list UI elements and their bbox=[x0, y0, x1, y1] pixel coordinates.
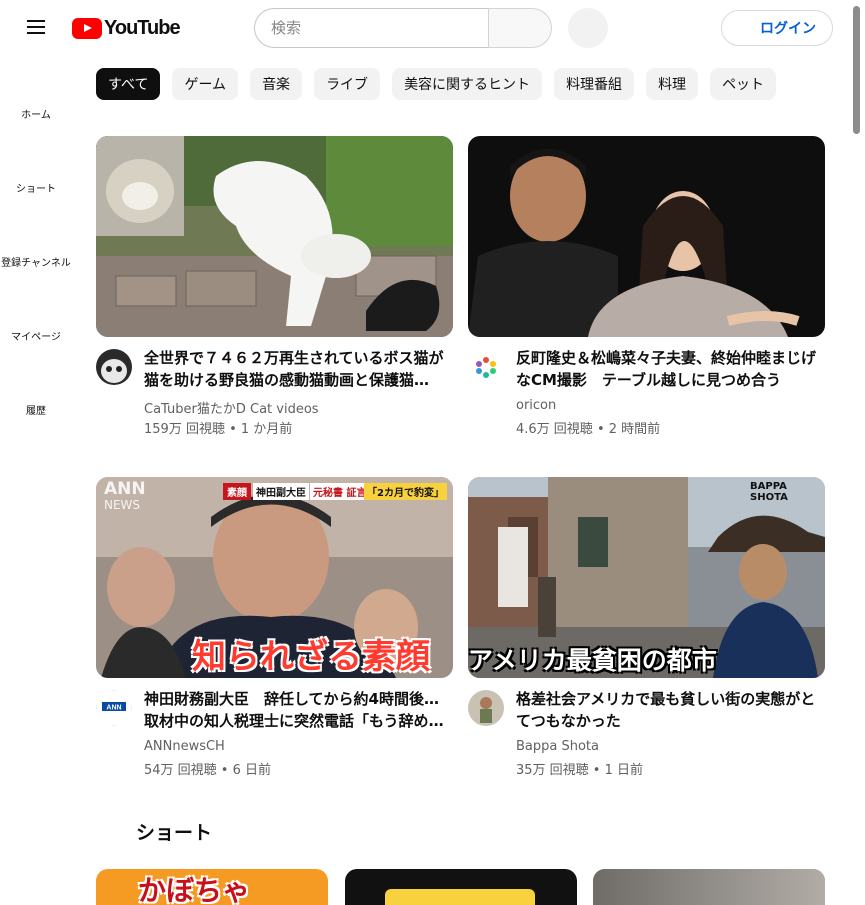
logo-text: YouTube bbox=[104, 16, 181, 39]
channel-avatar[interactable]: ANN bbox=[96, 690, 132, 726]
video-thumbnail[interactable]: ANN NEWS 素顔 神田副大臣 元秘書 証言 「2カ月で豹変」 知られざる素… bbox=[96, 477, 453, 678]
short-card[interactable] bbox=[593, 869, 825, 905]
video-metadata: 54万 回視聴 • 6 日前 bbox=[144, 763, 272, 778]
category-chip-bar: すべて ゲーム 音楽 ライブ 美容に関するヒント 料理番組 料理 ペット bbox=[96, 68, 777, 100]
video-thumbnail[interactable] bbox=[468, 136, 825, 337]
news-logo-text: ANN bbox=[104, 479, 146, 499]
video-metadata: 35万 回視聴 • 1 日前 bbox=[516, 763, 644, 778]
video-card[interactable]: BAPPA SHOTA アメリカ最貧困の都市 格差社会アメリカで最も貧しい街の実… bbox=[468, 477, 825, 778]
interview-thumbnail-image bbox=[468, 136, 825, 337]
sidebar-item-you[interactable]: マイページ bbox=[0, 278, 72, 352]
search-input[interactable] bbox=[254, 8, 489, 48]
chip-live[interactable]: ライブ bbox=[314, 68, 381, 100]
overlay-quote-tag: 「2カ月で豹変」 bbox=[364, 483, 447, 500]
video-title[interactable]: 反町隆史＆松嶋菜々子夫妻、終始仲睦まじげなCM撮影 テーブル越しに見つめ合う bbox=[516, 347, 816, 391]
channel-name[interactable]: oricon bbox=[516, 398, 556, 413]
sidebar-item-label: 履歴 bbox=[26, 406, 46, 417]
video-thumbnail[interactable]: BAPPA SHOTA アメリカ最貧困の都市 bbox=[468, 477, 825, 678]
video-metadata: 159万 回視聴 • 1 か月前 bbox=[144, 422, 293, 437]
overlay-name-tag: 神田副大臣 bbox=[253, 483, 309, 500]
video-title[interactable]: 神田財務副大臣 辞任してから約4時間後…取材中の知人税理士に突然電話「もう辞めた… bbox=[144, 688, 444, 732]
chip-beauty-tips[interactable]: 美容に関するヒント bbox=[392, 68, 543, 100]
channel-avatar[interactable] bbox=[96, 349, 132, 385]
sidebar-item-history[interactable]: 履歴 bbox=[0, 352, 72, 426]
video-card[interactable]: ANN NEWS 素顔 神田副大臣 元秘書 証言 「2カ月で豹変」 知られざる素… bbox=[96, 477, 453, 778]
video-card[interactable]: 反町隆史＆松嶋菜々子夫妻、終始仲睦まじげなCM撮影 テーブル越しに見つめ合う o… bbox=[468, 136, 825, 437]
scrollbar-track bbox=[850, 0, 865, 905]
short-card[interactable]: かぼちゃ bbox=[96, 869, 328, 905]
menu-icon[interactable] bbox=[18, 14, 54, 42]
chip-cooking-shows[interactable]: 料理番組 bbox=[554, 68, 635, 100]
shorts-shelf-title: ショート bbox=[136, 822, 213, 844]
login-button[interactable]: ログイン bbox=[721, 10, 833, 46]
channel-name[interactable]: CaTuber猫たかD Cat videos bbox=[144, 398, 319, 417]
overlay-sub-tag: 元秘書 証言 bbox=[310, 483, 370, 500]
video-title[interactable]: 全世界で７４６２万再生されているボス猫が猫を助ける野良猫の感動猫動画と保護猫のお… bbox=[144, 347, 444, 391]
youtube-logo[interactable]: YouTube bbox=[72, 16, 181, 40]
short-thumbnail-image bbox=[385, 889, 535, 905]
sidebar-item-shorts[interactable]: ショート bbox=[0, 130, 72, 204]
login-label: ログイン bbox=[760, 20, 816, 36]
search-button[interactable] bbox=[488, 8, 552, 48]
sidebar-item-label: ショート bbox=[16, 184, 56, 195]
channel-name[interactable]: ANNnewsCH bbox=[144, 739, 225, 754]
chip-cooking[interactable]: 料理 bbox=[646, 68, 699, 100]
sidebar-item-label: ホーム bbox=[21, 110, 51, 121]
sidebar-item-label: 登録チャンネル bbox=[1, 258, 71, 269]
ann-avatar-image: ANN bbox=[96, 690, 132, 726]
masthead: YouTube ログイン bbox=[0, 0, 850, 56]
chip-music[interactable]: 音楽 bbox=[250, 68, 303, 100]
video-thumbnail[interactable] bbox=[96, 136, 453, 337]
chip-gaming[interactable]: ゲーム bbox=[172, 68, 239, 100]
short-card[interactable] bbox=[345, 869, 577, 905]
channel-avatar[interactable] bbox=[468, 690, 504, 726]
channel-name[interactable]: Bappa Shota bbox=[516, 739, 599, 754]
overlay-badge: 素顔 bbox=[223, 483, 251, 500]
short-thumbnail-text: かぼちゃ bbox=[138, 874, 251, 905]
video-title[interactable]: 格差社会アメリカで最も貧しい街の実態がとてつもなかった bbox=[516, 688, 816, 732]
thumbnail-caption: アメリカ最貧困の都市 bbox=[468, 646, 717, 675]
scrollbar-thumb[interactable] bbox=[853, 6, 860, 134]
thumbnail-corner-tag: BAPPA SHOTA bbox=[750, 481, 788, 503]
cat-thumbnail-image bbox=[96, 136, 453, 337]
thumbnail-caption: 知られざる素顔 bbox=[192, 637, 430, 677]
video-metadata: 4.6万 回視聴 • 2 時間前 bbox=[516, 422, 661, 437]
news-logo-sub: NEWS bbox=[104, 498, 141, 512]
sidebar-item-label: マイページ bbox=[11, 332, 61, 343]
sidebar-item-subscriptions[interactable]: 登録チャンネル bbox=[0, 204, 72, 278]
svg-text:ANN: ANN bbox=[106, 705, 121, 712]
bappa-avatar-image bbox=[468, 690, 504, 726]
youtube-play-icon bbox=[72, 17, 102, 39]
sidebar-item-home[interactable]: ホーム bbox=[0, 56, 72, 130]
voice-search-button[interactable] bbox=[568, 8, 608, 48]
chip-all[interactable]: すべて bbox=[96, 68, 161, 100]
short-thumbnail-image bbox=[593, 869, 825, 905]
chip-pets[interactable]: ペット bbox=[710, 68, 777, 100]
channel-avatar-image bbox=[96, 349, 132, 385]
news-logo: ANN NEWS bbox=[104, 481, 146, 513]
channel-avatar[interactable] bbox=[468, 349, 504, 385]
video-card[interactable]: 全世界で７４６２万再生されているボス猫が猫を助ける野良猫の感動猫動画と保護猫のお… bbox=[96, 136, 453, 437]
oricon-avatar-image bbox=[468, 349, 504, 385]
